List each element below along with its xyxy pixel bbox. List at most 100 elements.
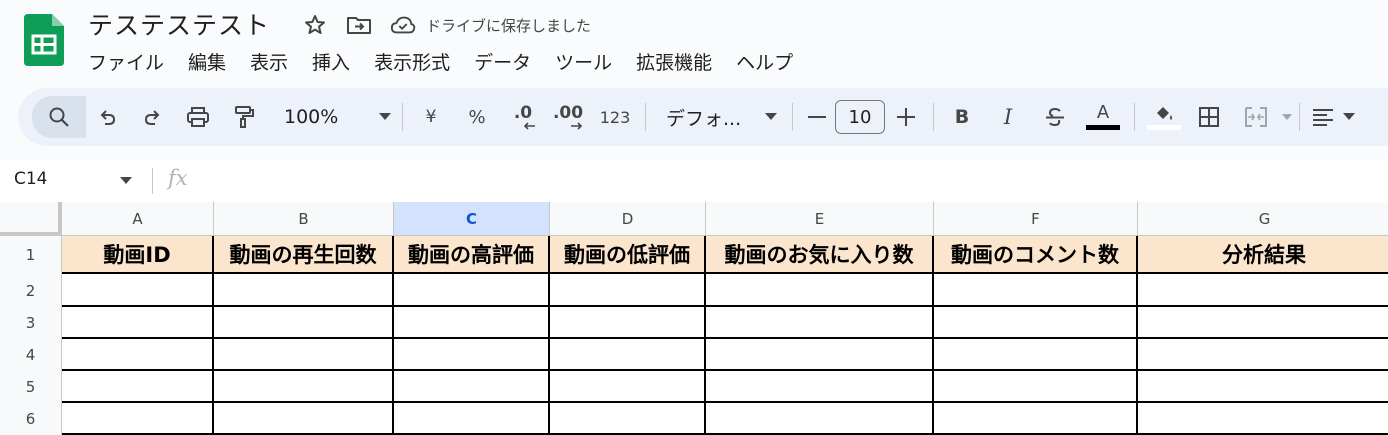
font-select[interactable]: デフォ... bbox=[652, 98, 756, 136]
cell-c4[interactable] bbox=[394, 339, 550, 371]
borders-button[interactable] bbox=[1187, 98, 1231, 136]
cell-g3[interactable] bbox=[1138, 307, 1388, 339]
cell-d1[interactable]: 動画の低評価 bbox=[550, 236, 706, 274]
percent-format-button[interactable]: % bbox=[453, 98, 501, 136]
redo-button[interactable] bbox=[130, 98, 174, 136]
strikethrough-button[interactable] bbox=[1032, 98, 1078, 136]
cell-g6[interactable] bbox=[1138, 403, 1388, 435]
increase-decimal-button[interactable]: .00 bbox=[545, 98, 591, 136]
cell-f1[interactable]: 動画のコメント数 bbox=[934, 236, 1138, 274]
cell-d4[interactable] bbox=[550, 339, 706, 371]
zoom-dropdown[interactable] bbox=[374, 98, 396, 136]
caret-down-icon[interactable] bbox=[120, 177, 132, 185]
increase-font-size-button[interactable] bbox=[885, 98, 927, 136]
cell-c6[interactable] bbox=[394, 403, 550, 435]
cell-a2[interactable] bbox=[62, 274, 214, 307]
cell-e2[interactable] bbox=[706, 274, 934, 307]
menu-insert[interactable]: 挿入 bbox=[300, 48, 362, 75]
cell-f2[interactable] bbox=[934, 274, 1138, 307]
move-folder-icon[interactable] bbox=[346, 12, 372, 38]
font-size-input[interactable]: 10 bbox=[835, 100, 885, 134]
cell-b3[interactable] bbox=[214, 307, 394, 339]
column-header-d[interactable]: D bbox=[550, 202, 706, 236]
cell-b4[interactable] bbox=[214, 339, 394, 371]
decrease-decimal-button[interactable]: .0 bbox=[501, 98, 545, 136]
text-color-button[interactable]: A bbox=[1078, 98, 1128, 136]
menu-view[interactable]: 表示 bbox=[238, 48, 300, 75]
cell-e6[interactable] bbox=[706, 403, 934, 435]
cell-e1[interactable]: 動画のお気に入り数 bbox=[706, 236, 934, 274]
column-header-a[interactable]: A bbox=[62, 202, 214, 236]
search-menus-button[interactable] bbox=[32, 96, 86, 138]
row-header-2[interactable]: 2 bbox=[0, 274, 62, 307]
select-all-corner[interactable] bbox=[0, 202, 62, 236]
cell-d3[interactable] bbox=[550, 307, 706, 339]
cell-c5[interactable] bbox=[394, 371, 550, 403]
cell-d2[interactable] bbox=[550, 274, 706, 307]
cell-g5[interactable] bbox=[1138, 371, 1388, 403]
menu-data[interactable]: データ bbox=[462, 48, 543, 75]
row-header-6[interactable]: 6 bbox=[0, 403, 62, 435]
cell-a4[interactable] bbox=[62, 339, 214, 371]
cell-c1[interactable]: 動画の高評価 bbox=[394, 236, 550, 274]
cell-g1[interactable]: 分析結果 bbox=[1138, 236, 1388, 274]
cell-e3[interactable] bbox=[706, 307, 934, 339]
fill-color-button[interactable] bbox=[1141, 98, 1187, 136]
cell-b6[interactable] bbox=[214, 403, 394, 435]
row-header-1[interactable]: 1 bbox=[0, 236, 62, 274]
cell-b5[interactable] bbox=[214, 371, 394, 403]
cell-b2[interactable] bbox=[214, 274, 394, 307]
paint-format-button[interactable] bbox=[222, 98, 266, 136]
undo-button[interactable] bbox=[86, 98, 130, 136]
row-header-5[interactable]: 5 bbox=[0, 371, 62, 403]
column-header-c[interactable]: C bbox=[394, 202, 550, 236]
column-header-b[interactable]: B bbox=[214, 202, 394, 236]
menu-edit[interactable]: 編集 bbox=[176, 48, 238, 75]
column-header-f[interactable]: F bbox=[934, 202, 1138, 236]
menu-format[interactable]: 表示形式 bbox=[362, 48, 462, 75]
column-header-g[interactable]: G bbox=[1138, 202, 1388, 236]
column-header-e[interactable]: E bbox=[706, 202, 934, 236]
cell-f3[interactable] bbox=[934, 307, 1138, 339]
document-title[interactable]: テステステスト bbox=[88, 6, 270, 42]
cell-a5[interactable] bbox=[62, 371, 214, 403]
spreadsheet-grid[interactable]: A B C D E F G 1 動画ID 動画の再生回数 動画の高評価 動画の低評価 動画のお気に入り数… bbox=[0, 202, 1388, 435]
cell-d6[interactable] bbox=[550, 403, 706, 435]
menu-tools[interactable]: ツール bbox=[543, 48, 624, 75]
sheets-logo[interactable] bbox=[24, 14, 64, 66]
cell-e4[interactable] bbox=[706, 339, 934, 371]
merge-cells-button[interactable] bbox=[1231, 98, 1281, 136]
align-dropdown[interactable] bbox=[1340, 98, 1358, 136]
bold-button[interactable]: B bbox=[940, 98, 984, 136]
cell-b1[interactable]: 動画の再生回数 bbox=[214, 236, 394, 274]
cell-c3[interactable] bbox=[394, 307, 550, 339]
menu-help[interactable]: ヘルプ bbox=[724, 48, 805, 75]
cell-c2[interactable] bbox=[394, 274, 550, 307]
cloud-saved-icon[interactable] bbox=[390, 12, 416, 38]
cell-d5[interactable] bbox=[550, 371, 706, 403]
cell-g2[interactable] bbox=[1138, 274, 1388, 307]
horizontal-align-button[interactable] bbox=[1306, 98, 1340, 136]
currency-format-button[interactable]: ¥ bbox=[409, 98, 453, 136]
star-icon[interactable] bbox=[302, 12, 328, 38]
cell-a3[interactable] bbox=[62, 307, 214, 339]
italic-button[interactable]: I bbox=[984, 98, 1032, 136]
decrease-font-size-button[interactable] bbox=[799, 98, 835, 136]
row-header-4[interactable]: 4 bbox=[0, 339, 62, 371]
more-formats-button[interactable]: 123 bbox=[591, 98, 639, 136]
row-header-3[interactable]: 3 bbox=[0, 307, 62, 339]
cell-a1[interactable]: 動画ID bbox=[62, 236, 214, 274]
cell-a6[interactable] bbox=[62, 403, 214, 435]
cell-f6[interactable] bbox=[934, 403, 1138, 435]
merge-dropdown[interactable] bbox=[1281, 98, 1293, 136]
menu-file[interactable]: ファイル bbox=[88, 48, 176, 75]
font-dropdown[interactable] bbox=[756, 98, 786, 136]
cell-g4[interactable] bbox=[1138, 339, 1388, 371]
print-button[interactable] bbox=[174, 98, 222, 136]
cell-f5[interactable] bbox=[934, 371, 1138, 403]
menu-extensions[interactable]: 拡張機能 bbox=[624, 48, 724, 75]
cell-e5[interactable] bbox=[706, 371, 934, 403]
cell-f4[interactable] bbox=[934, 339, 1138, 371]
name-box[interactable]: C14 bbox=[14, 169, 48, 189]
zoom-select[interactable]: 100% bbox=[266, 98, 374, 136]
